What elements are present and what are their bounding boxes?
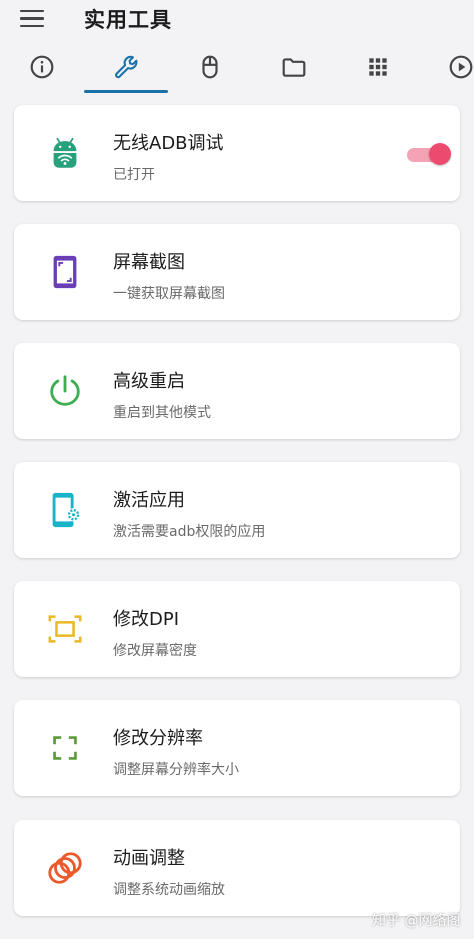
- phone-settings-icon: [52, 492, 81, 528]
- play-circle-icon: [449, 55, 473, 79]
- card-title: 无线ADB调试: [113, 133, 224, 154]
- card-title: 动画调整: [113, 848, 185, 869]
- power-icon: [50, 375, 80, 406]
- tab-play[interactable]: [430, 44, 474, 90]
- card-screenshot[interactable]: 屏幕截图 一键获取屏幕截图: [14, 224, 460, 320]
- card-subtitle: 重启到其他模式: [113, 405, 211, 421]
- card-activate-app[interactable]: 激活应用 激活需要adb权限的应用: [14, 462, 460, 558]
- tab-folder[interactable]: [262, 44, 326, 90]
- mouse-icon: [202, 55, 218, 79]
- app-bar: 实用工具: [0, 0, 474, 40]
- menu-icon[interactable]: [20, 10, 44, 30]
- android-wifi-icon: [53, 137, 77, 168]
- animation-rings-icon: [48, 852, 82, 884]
- card-title: 高级重启: [113, 371, 185, 392]
- tab-apps[interactable]: [346, 44, 410, 90]
- card-title: 修改DPI: [113, 609, 180, 630]
- card-modify-resolution[interactable]: 修改分辨率 调整屏幕分辨率大小: [14, 700, 460, 796]
- screenshot-icon: [53, 255, 77, 289]
- wireless-adb-toggle[interactable]: [407, 143, 451, 165]
- card-subtitle: 调整屏幕分辨率大小: [113, 762, 239, 778]
- card-title: 激活应用: [113, 490, 185, 511]
- tab-info[interactable]: [10, 44, 74, 90]
- card-title: 修改分辨率: [113, 728, 203, 749]
- dpi-frame-icon: [48, 615, 82, 643]
- card-animation[interactable]: 动画调整 调整系统动画缩放: [14, 820, 460, 916]
- wrench-icon: [115, 55, 138, 79]
- tab-bar: [0, 44, 474, 94]
- card-icon: [46, 729, 84, 767]
- card-icon: [46, 134, 84, 172]
- card-icon: [46, 372, 84, 410]
- card-title: 屏幕截图: [113, 252, 185, 273]
- card-wireless-adb[interactable]: 无线ADB调试 已打开: [14, 105, 460, 201]
- card-modify-dpi[interactable]: 修改DPI 修改屏幕密度: [14, 581, 460, 677]
- card-advanced-reboot[interactable]: 高级重启 重启到其他模式: [14, 343, 460, 439]
- watermark: 知乎 @网络阁: [372, 913, 461, 929]
- resolution-icon: [53, 736, 77, 760]
- toggle-thumb: [429, 143, 451, 165]
- card-subtitle: 修改屏幕密度: [113, 643, 197, 659]
- tab-mouse[interactable]: [178, 44, 242, 90]
- tab-indicator: [84, 90, 168, 93]
- card-icon: [46, 491, 84, 529]
- grid-icon: [369, 58, 387, 76]
- card-subtitle: 激活需要adb权限的应用: [113, 524, 266, 540]
- card-subtitle: 已打开: [113, 167, 155, 183]
- tab-tools[interactable]: [94, 44, 158, 90]
- card-icon: [46, 610, 84, 648]
- card-icon: [46, 253, 84, 291]
- card-icon: [46, 849, 84, 887]
- page-title: 实用工具: [84, 8, 172, 32]
- folder-icon: [282, 58, 306, 77]
- info-icon: [30, 55, 54, 79]
- card-subtitle: 一键获取屏幕截图: [113, 286, 225, 302]
- card-subtitle: 调整系统动画缩放: [113, 882, 225, 898]
